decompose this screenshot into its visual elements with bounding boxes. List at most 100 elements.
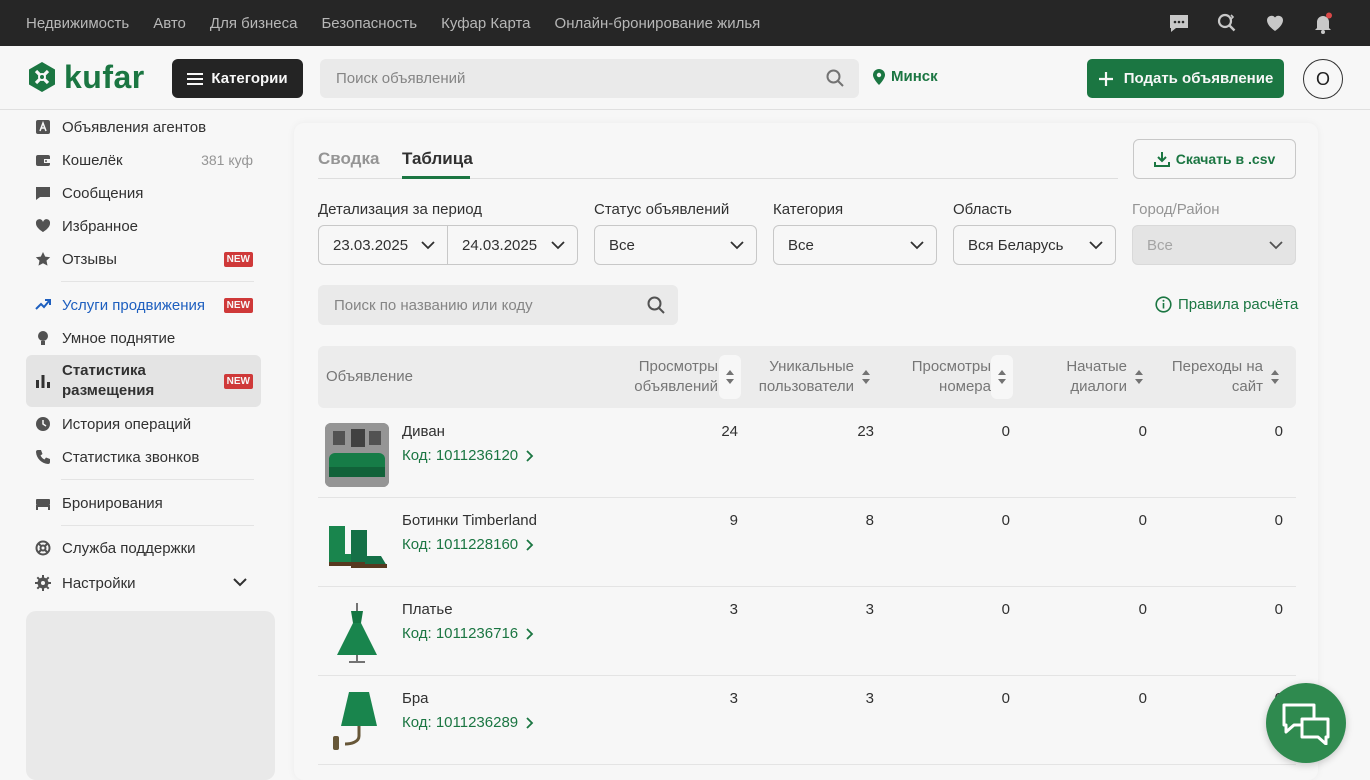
avatar[interactable]: O xyxy=(1303,59,1343,99)
date-from-value: 23.03.2025 xyxy=(333,236,409,254)
sidebar-item-label: Статистика звонков xyxy=(62,448,200,466)
sidebar-item-smart-raise[interactable]: Умное поднятие xyxy=(26,326,261,350)
sidebar-item-support[interactable]: Служба поддержки xyxy=(26,536,261,560)
top-link-realty[interactable]: Недвижимость xyxy=(26,15,129,32)
sidebar-item-history[interactable]: История операций xyxy=(26,412,261,436)
calculation-rules-label: Правила расчёта xyxy=(1178,296,1299,313)
table-search-input[interactable]: Поиск по названию или коду xyxy=(318,285,678,325)
ad-title[interactable]: Бра xyxy=(402,690,429,707)
location-pin-icon xyxy=(873,68,885,85)
users-value: 3 xyxy=(865,601,874,618)
top-link-business[interactable]: Для бизнеса xyxy=(210,15,298,32)
sidebar-item-call-stats[interactable]: Статистика звонков xyxy=(26,445,261,469)
top-link-map[interactable]: Куфар Карта xyxy=(441,15,530,32)
post-ad-label: Подать объявление xyxy=(1123,70,1274,87)
city-selector[interactable]: Минск xyxy=(873,68,938,85)
column-site[interactable]: Переходы на сайт xyxy=(1153,357,1263,397)
categories-button[interactable]: Категории xyxy=(172,59,303,98)
ad-title[interactable]: Платье xyxy=(402,601,453,618)
chevron-right-icon xyxy=(526,627,534,640)
sidebar-item-bookings[interactable]: Бронирования xyxy=(26,491,261,515)
sort-dialogs-button[interactable] xyxy=(1128,355,1150,399)
sidebar-item-label: Сообщения xyxy=(62,184,144,202)
ad-thumbnail[interactable] xyxy=(325,512,389,576)
sort-users-button[interactable] xyxy=(855,355,877,399)
tab-table[interactable]: Таблица xyxy=(402,149,473,169)
chat-bubbles-icon xyxy=(1282,703,1330,745)
sort-site-button[interactable] xyxy=(1264,355,1286,399)
sidebar-item-promotion[interactable]: Услуги продвижения NEW xyxy=(26,293,261,317)
boots-image xyxy=(329,526,387,568)
lifebuoy-icon xyxy=(35,540,51,556)
sort-views-button[interactable] xyxy=(719,355,741,399)
status-label: Статус объявлений xyxy=(594,201,730,218)
sidebar-item-label: История операций xyxy=(62,415,192,433)
table-row[interactable]: Ботинки Timberland Код: 1011228160 9 8 0… xyxy=(318,498,1296,587)
heart-icon[interactable] xyxy=(1264,12,1286,34)
region-select[interactable]: Вся Беларусь xyxy=(953,225,1116,265)
search-icon[interactable] xyxy=(825,68,845,88)
chevron-down-icon xyxy=(730,241,744,250)
sidebar-item-reviews[interactable]: Отзывы NEW xyxy=(26,247,261,271)
ad-thumbnail[interactable] xyxy=(325,690,389,754)
post-ad-button[interactable]: Подать объявление xyxy=(1087,59,1284,98)
dialogs-value: 0 xyxy=(1138,423,1147,440)
chevron-down-icon[interactable] xyxy=(233,577,247,587)
top-link-booking[interactable]: Онлайн-бронирование жилья xyxy=(555,15,761,32)
sidebar-banner-placeholder xyxy=(26,611,275,780)
sidebar-item-label: Служба поддержки xyxy=(62,539,196,557)
status-value: Все xyxy=(609,236,635,254)
menu-icon xyxy=(187,72,204,85)
column-phone-views[interactable]: Просмотры номера xyxy=(891,357,991,397)
sidebar-item-favorites[interactable]: Избранное xyxy=(26,214,261,238)
column-dialogs[interactable]: Начатые диалоги xyxy=(1030,357,1127,397)
heart-icon xyxy=(35,219,51,232)
sidebar-item-wallet[interactable]: Кошелёк 381 куф xyxy=(26,148,261,172)
search-input[interactable]: Поиск объявлений xyxy=(320,59,859,98)
table-row[interactable]: Диван Код: 1011236120 24 23 0 0 0 xyxy=(318,409,1296,498)
ad-code-link[interactable]: Код: 1011236716 xyxy=(402,625,534,642)
sidebar-item-label: Отзывы xyxy=(62,250,117,268)
support-chat-button[interactable] xyxy=(1266,683,1346,763)
date-to-select[interactable]: 24.03.2025 xyxy=(447,225,578,265)
chevron-down-icon xyxy=(421,241,435,250)
saved-search-icon[interactable] xyxy=(1216,12,1238,34)
ad-code-link[interactable]: Код: 1011236289 xyxy=(402,714,534,731)
sort-phone-button[interactable] xyxy=(991,355,1013,399)
ad-title[interactable]: Диван xyxy=(402,423,445,440)
site-visits-value: 0 xyxy=(1274,601,1283,618)
top-link-safety[interactable]: Безопасность xyxy=(321,15,417,32)
sidebar-item-placement-stats[interactable]: Статистика размещения NEW xyxy=(26,355,261,407)
ad-code-link[interactable]: Код: 1011236120 xyxy=(402,447,534,464)
calculation-rules-link[interactable]: Правила расчёта xyxy=(1155,296,1298,313)
ad-code-link[interactable]: Код: 1011228160 xyxy=(402,536,534,553)
top-link-auto[interactable]: Авто xyxy=(153,15,186,32)
table-row[interactable]: Бра Код: 1011236289 3 3 0 0 0 xyxy=(318,676,1296,765)
kufar-logo[interactable]: kufar xyxy=(26,61,145,93)
table-row[interactable]: Платье Код: 1011236716 3 3 0 0 0 xyxy=(318,587,1296,676)
column-views[interactable]: Просмотры объявлений xyxy=(618,357,718,397)
city-district-select: Все xyxy=(1132,225,1296,265)
category-select[interactable]: Все xyxy=(773,225,937,265)
date-from-select[interactable]: 23.03.2025 xyxy=(318,225,448,265)
region-label: Область xyxy=(953,201,1012,218)
table-header: Объявление Просмотры объявлений Уникальн… xyxy=(318,346,1296,408)
download-csv-button[interactable]: Скачать в .csv xyxy=(1133,139,1296,179)
sidebar-item-agent-ads[interactable]: Объявления агентов xyxy=(26,115,261,139)
phone-views-value: 0 xyxy=(1001,601,1010,618)
messages-icon[interactable] xyxy=(1168,12,1190,34)
ad-title[interactable]: Ботинки Timberland xyxy=(402,512,537,529)
ad-thumbnail[interactable] xyxy=(325,423,389,487)
bell-icon[interactable] xyxy=(1312,12,1334,34)
users-value: 3 xyxy=(865,690,874,707)
bed-icon xyxy=(36,499,50,510)
column-users[interactable]: Уникальные пользователи xyxy=(748,357,854,397)
sidebar-item-settings[interactable]: Настройки xyxy=(26,571,261,595)
search-icon[interactable] xyxy=(646,295,666,315)
sort-icon xyxy=(726,370,734,384)
ad-thumbnail[interactable] xyxy=(325,601,389,665)
sidebar-item-messages[interactable]: Сообщения xyxy=(26,181,261,205)
tab-summary[interactable]: Сводка xyxy=(318,149,379,169)
sidebar-item-label: Бронирования xyxy=(62,494,163,512)
status-select[interactable]: Все xyxy=(594,225,757,265)
